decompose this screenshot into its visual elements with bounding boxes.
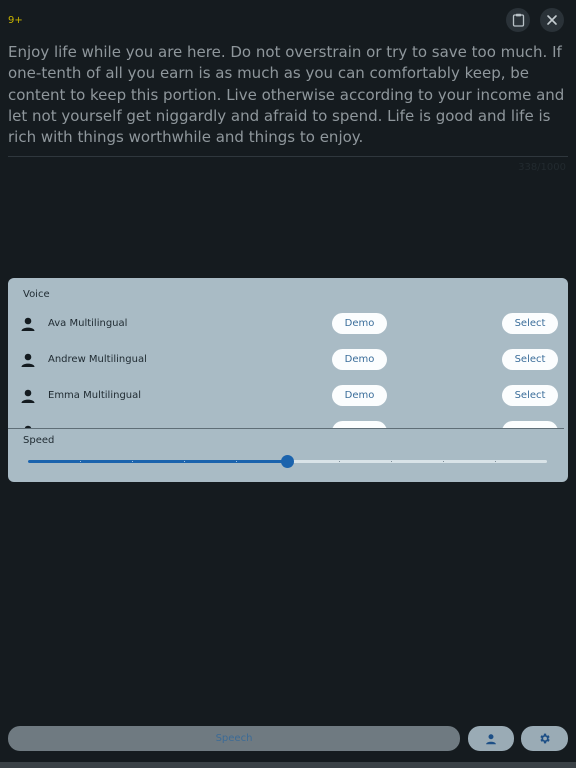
voice-row-partial [8,414,568,428]
speech-text-input[interactable]: Enjoy life while you are here. Do not ov… [8,42,568,148]
speech-button[interactable]: Speech [8,726,460,751]
character-counter: 338/1000 [518,162,566,173]
slider-tick [79,461,81,462]
select-button[interactable] [502,421,558,428]
voice-speed-panel: Voice Ava Multilingual Demo Select Andre… [8,278,568,482]
voice-name: Emma Multilingual [48,390,142,401]
slider-thumb[interactable] [281,455,294,468]
slider-tick [183,461,185,462]
text-divider [8,156,568,157]
select-button[interactable]: Select [502,313,558,334]
clipboard-icon [512,13,524,27]
voice-section-title: Voice [23,289,50,300]
slider-tick [495,461,497,462]
voice-list[interactable]: Ava Multilingual Demo Select Andrew Mult… [8,306,568,428]
app-screen: 9+ Enjoy life while you are here. Do not… [0,0,576,768]
gear-icon [540,733,550,744]
voice-row-emma: Emma Multilingual Demo Select [8,378,568,414]
notification-badge: 9+ [8,15,23,26]
person-icon [21,389,35,403]
slider-fill [28,460,288,463]
person-icon [21,353,35,367]
select-button[interactable]: Select [502,349,558,370]
demo-button[interactable]: Demo [332,385,387,406]
paste-button[interactable] [506,8,530,32]
slider-tick [131,461,133,462]
voice-button[interactable] [468,726,514,751]
settings-button[interactable] [521,726,568,751]
close-icon [547,15,557,25]
speed-slider[interactable] [28,454,547,470]
person-icon [21,317,35,331]
voice-row-andrew: Andrew Multilingual Demo Select [8,342,568,378]
demo-button[interactable] [332,421,387,428]
slider-tick [443,461,445,462]
slider-tick [391,461,393,462]
demo-button[interactable]: Demo [332,349,387,370]
voice-name: Ava Multilingual [48,318,128,329]
close-button[interactable] [540,8,564,32]
voice-list-divider [8,428,564,429]
voice-name: Andrew Multilingual [48,354,147,365]
select-button[interactable]: Select [502,385,558,406]
speed-section-title: Speed [23,435,55,446]
slider-tick [339,461,341,462]
person-icon [486,733,496,744]
demo-button[interactable]: Demo [332,313,387,334]
bottom-toolbar: Speech [0,726,576,752]
home-indicator-strip [0,762,576,768]
slider-tick [235,461,237,462]
voice-row-ava: Ava Multilingual Demo Select [8,306,568,342]
